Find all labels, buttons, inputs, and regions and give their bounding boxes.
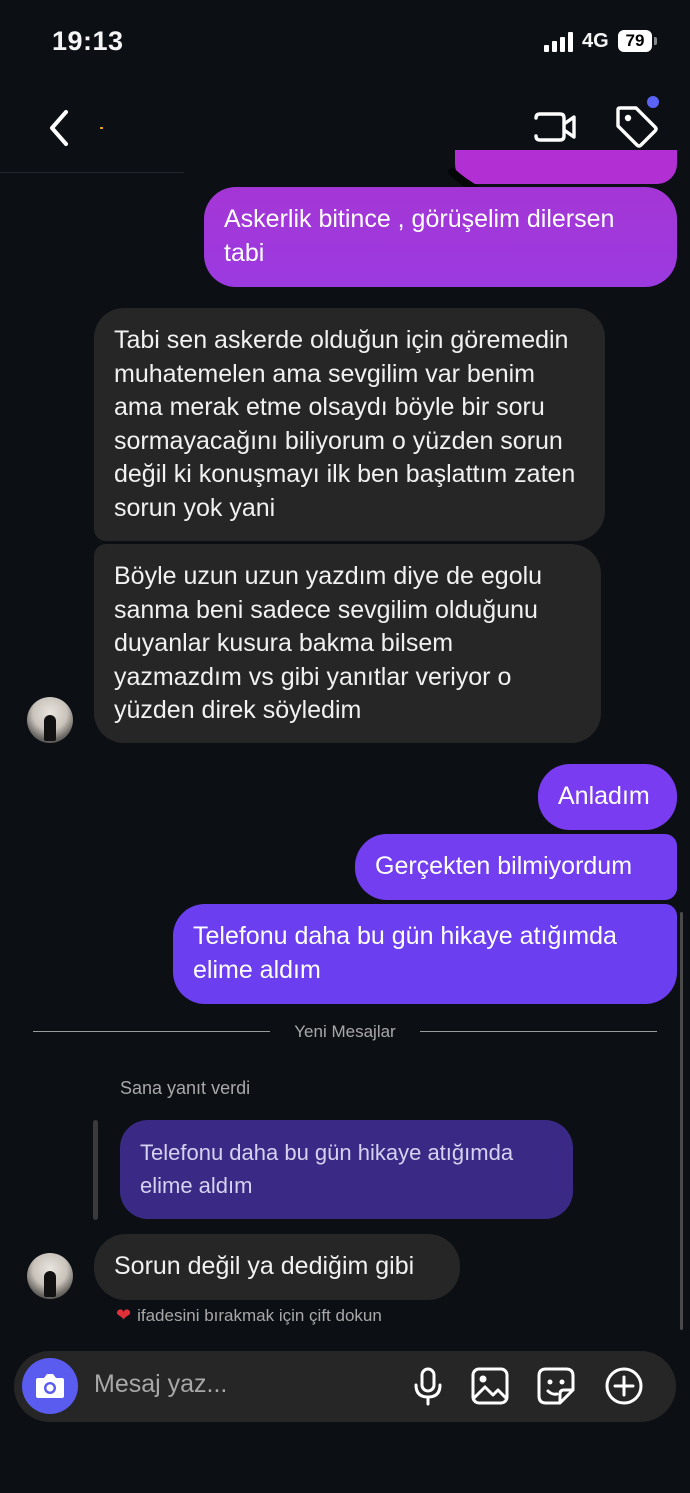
network-type: 4G <box>582 30 609 52</box>
contact-name[interactable] <box>100 127 103 129</box>
battery-icon: 79 <box>618 30 658 52</box>
header-divider <box>0 172 184 173</box>
outgoing-message[interactable]: Telefonu daha bu gün hikaye atığımda eli… <box>173 904 677 1004</box>
message-text: Tabi sen askerde olduğun için göremedin … <box>114 326 576 522</box>
message-input[interactable]: Mesaj yaz... <box>94 1370 227 1399</box>
camera-icon <box>36 1374 64 1398</box>
incoming-message[interactable]: Tabi sen askerde olduğun için göremedin … <box>94 308 605 541</box>
incoming-message[interactable]: Böyle uzun uzun yazdım diye de egolu san… <box>94 544 601 743</box>
signal-icon <box>544 32 573 52</box>
outgoing-message[interactable]: Gerçekten bilmiyordum <box>355 834 677 900</box>
sticker-icon[interactable] <box>536 1366 576 1406</box>
plus-circle-icon[interactable] <box>604 1366 644 1406</box>
quoted-message[interactable]: Telefonu daha bu gün hikaye atığımda eli… <box>120 1120 573 1219</box>
incoming-message[interactable]: Sorun değil ya dediğim gibi <box>94 1234 460 1300</box>
message-text: Sorun değil ya dediğim gibi <box>114 1252 415 1280</box>
reply-label: Sana yanıt verdi <box>120 1078 251 1098</box>
message-text: Anladım <box>558 782 650 810</box>
outgoing-message[interactable]: Anladım <box>538 764 677 830</box>
status-time: 19:13 <box>52 26 124 56</box>
avatar[interactable] <box>27 1253 73 1299</box>
quoted-text: Telefonu daha bu gün hikaye atığımda eli… <box>140 1140 514 1198</box>
message-composer: Mesaj yaz... <box>14 1351 676 1422</box>
hint-text: ifadesini bırakmak için çift dokun <box>137 1306 382 1325</box>
new-messages-label: Yeni Mesajlar <box>294 1022 396 1041</box>
message-text: Böyle uzun uzun yazdım diye de egolu san… <box>114 562 543 724</box>
message-text: Askerlik bitince , görüşelim dilersen ta… <box>224 205 615 267</box>
double-tap-hint: ❤ ifadesini bırakmak için çift dokun <box>116 1305 382 1326</box>
battery-level: 79 <box>618 30 652 52</box>
back-button[interactable] <box>44 108 74 148</box>
message-text: Gerçekten bilmiyordum <box>375 852 633 880</box>
reply-indicator <box>93 1120 98 1220</box>
image-icon[interactable] <box>470 1366 510 1406</box>
camera-button[interactable] <box>22 1358 78 1414</box>
outgoing-message[interactable]: Askerlik bitince , görüşelim dilersen ta… <box>204 187 677 287</box>
notification-dot <box>647 96 659 108</box>
video-camera-icon[interactable] <box>530 104 578 150</box>
scrollbar[interactable] <box>680 912 683 1330</box>
avatar[interactable] <box>27 697 73 743</box>
tag-icon[interactable] <box>612 102 660 150</box>
microphone-icon[interactable] <box>408 1366 448 1406</box>
status-bar: 19:13 4G 79 <box>0 0 690 84</box>
heart-icon: ❤ <box>116 1305 132 1325</box>
message-text: Telefonu daha bu gün hikaye atığımda eli… <box>193 922 617 984</box>
